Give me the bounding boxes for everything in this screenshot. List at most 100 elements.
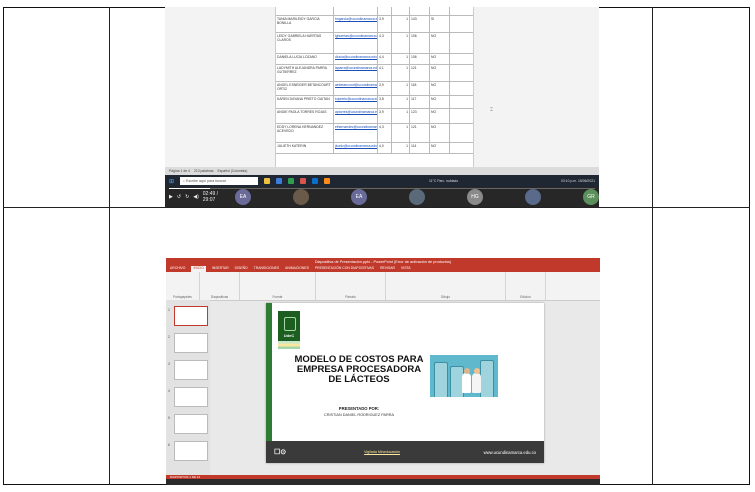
student-name-cell: JULIETH KATERIN <box>276 143 334 153</box>
worker-figure <box>462 368 471 393</box>
email-cell[interactable]: elhernandez@ucundinamarca.edu.co <box>334 124 378 142</box>
weather-tray: 11°C Parc. nublado <box>428 179 459 183</box>
table-row: LADYMITH ALEJANDRA PARRA GUTIERREZ laparr… <box>276 65 473 82</box>
skip-back-icon[interactable]: ↺ <box>177 194 181 200</box>
play-icon[interactable]: ▶ <box>169 194 173 200</box>
file-explorer-icon[interactable] <box>264 178 271 184</box>
score-cell: 114 <box>410 143 430 153</box>
slide-thumbnails: 1 2 3 4 5 6 <box>166 300 210 475</box>
column-divider-left <box>109 7 110 485</box>
participant-avatar[interactable] <box>409 189 425 205</box>
slide-number: 4 <box>168 389 170 393</box>
edge-app-icon[interactable] <box>312 178 319 184</box>
grade-cell: 4,1 <box>378 65 392 81</box>
slide-accent-bar <box>266 303 272 463</box>
student-name-cell: ANGIE PAOLA TORRES ROJAS <box>276 109 334 123</box>
email-cell[interactable]: aptorres@ucundinamarca.edu.co <box>334 109 378 123</box>
slide-thumbnail[interactable] <box>174 333 208 353</box>
current-slide[interactable]: UdeC MODELO DE COSTOS PARA EMPRESA PROCE… <box>266 303 544 463</box>
grade-cell <box>378 7 392 15</box>
word-count: 213 palabras <box>193 169 214 173</box>
chrome-app-icon[interactable] <box>288 178 295 184</box>
participant-avatar[interactable]: GR <box>583 189 599 205</box>
ribbon-group[interactable]: Diapositivas <box>200 272 240 300</box>
table-row: KAREN DAYANA PRIETO GAITAN kdprieto@ucund… <box>276 96 473 109</box>
firefox-app-icon[interactable] <box>324 178 331 184</box>
participant-avatar[interactable] <box>293 189 309 205</box>
grade-cell: 4,3 <box>378 33 392 53</box>
student-name-cell: EDDY LORENA HERNANDEZ ACEVEDO <box>276 124 334 142</box>
ribbon-group[interactable]: Edición <box>506 272 546 300</box>
status-cell: NO <box>430 143 450 153</box>
grade-cell: 3,9 <box>378 82 392 95</box>
slide-title[interactable]: MODELO DE COSTOS PARA EMPRESA PROCESADOR… <box>294 355 424 385</box>
windows-taskbar: ⊞ ⌕ Escribe aquí para buscar 11°C Parc. … <box>165 175 599 187</box>
cursor-icon: ⌶ <box>490 107 494 113</box>
status-cell: NO <box>430 33 450 53</box>
score-cell: 143 <box>410 16 430 32</box>
windows-start-icon[interactable]: ⊞ <box>169 178 174 185</box>
status-cell <box>430 7 450 15</box>
email-cell[interactable]: laparra@ucundinamarca.edu.co <box>334 65 378 81</box>
ribbon: Portapapeles Diapositivas Fuente Párrafo Dib… <box>166 272 600 301</box>
skip-forward-icon[interactable]: ↻ <box>185 194 189 200</box>
volume-icon[interactable]: ◀) <box>193 194 199 200</box>
participant-avatar[interactable] <box>525 189 541 205</box>
window-title: Diapositiva de Presentación.pptx - Power… <box>166 258 600 266</box>
search-placeholder: Escribe aquí para buscar <box>186 179 226 183</box>
ribbon-group[interactable]: Dibujo <box>386 272 506 300</box>
slide-thumbnail[interactable] <box>174 414 208 434</box>
taskbar-search[interactable]: ⌕ Escribe aquí para buscar <box>180 177 259 185</box>
email-cell[interactable] <box>334 7 378 15</box>
grade-cell: 3,9 <box>378 109 392 123</box>
slide-thumbnail[interactable] <box>174 360 208 380</box>
slide-number: 1 <box>168 308 170 312</box>
footer-link[interactable]: Vigilada Mineducación <box>364 450 400 454</box>
clock: 03:10 p.m. 15/06/2021 <box>561 179 595 183</box>
presented-by-label: PRESENTADO POR: <box>338 406 380 411</box>
playback-progress-fill <box>169 188 210 189</box>
email-cell[interactable]: jkortiz@ucundinamarca.edu.co <box>334 143 378 153</box>
score-cell: 118 <box>410 82 430 95</box>
student-name-cell: KAREN DAYANA PRIETO GAITAN <box>276 96 334 108</box>
email-cell[interactable]: kdprieto@ucundinamarca.edu.co <box>334 96 378 108</box>
grade-cell: 4,0 <box>378 143 392 153</box>
email-cell[interactable]: dlucia@ucundinamarca.edu.co <box>334 54 378 64</box>
score-cell: 106 <box>410 33 430 53</box>
ribbon-group[interactable]: Párrafo <box>316 272 386 300</box>
position-cell: 1 <box>392 124 410 142</box>
ribbon-group[interactable]: Portapapeles <box>166 272 200 300</box>
position-cell: 1 <box>392 16 410 32</box>
participant-avatar[interactable]: EA <box>351 189 367 205</box>
ribbon-group[interactable]: Fuente <box>240 272 316 300</box>
table-row: LEIDY GABRIELA HUERTAS CLAROS lghuertas@u… <box>276 33 473 54</box>
email-cell[interactable]: aebetancourt@ucundinamarca.edu.co <box>334 82 378 95</box>
table-row: JULIETH KATERIN jkortiz@ucundinamarca.edu… <box>276 143 473 154</box>
status-cell: NO <box>430 96 450 108</box>
slide-number: 5 <box>168 416 170 420</box>
email-cell[interactable]: lghuertas@ucundinamarca.edu.co <box>334 33 378 53</box>
grade-cell: 4,3 <box>378 124 392 142</box>
score-cell: 117 <box>410 96 430 108</box>
slide-thumbnail[interactable] <box>174 306 208 326</box>
slide-thumbnail[interactable] <box>174 441 208 461</box>
slide-thumbnail[interactable] <box>174 387 208 407</box>
playback-progress[interactable] <box>169 188 595 189</box>
position-cell: 1 <box>392 82 410 95</box>
status-cell: NO <box>430 54 450 64</box>
page-count: Página 1 de 4 <box>169 169 190 173</box>
participant-avatar[interactable]: EA <box>235 189 251 205</box>
status-cell: SI <box>430 16 450 32</box>
participant-avatar[interactable]: HG <box>467 189 483 205</box>
student-name-cell: TANIA MARILEIDY GARCIA BONILLA <box>276 16 334 32</box>
email-cell[interactable]: tmgarcia@ucundinamarca.edu.co <box>334 16 378 32</box>
slide-number: 6 <box>168 443 170 447</box>
document-page: TANIA MARILEIDY GARCIA BONILLA tmgarcia@u… <box>275 7 474 167</box>
score-cell: 106 <box>410 54 430 64</box>
powerpoint-app-icon[interactable] <box>300 178 307 184</box>
meeting-bar-bottom <box>166 479 600 485</box>
word-document-view: TANIA MARILEIDY GARCIA BONILLA tmgarcia@u… <box>165 7 599 167</box>
status-cell: NO <box>430 82 450 95</box>
student-name-cell: LADYMITH ALEJANDRA PARRA GUTIERREZ <box>276 65 334 81</box>
word-app-icon[interactable] <box>276 178 283 184</box>
